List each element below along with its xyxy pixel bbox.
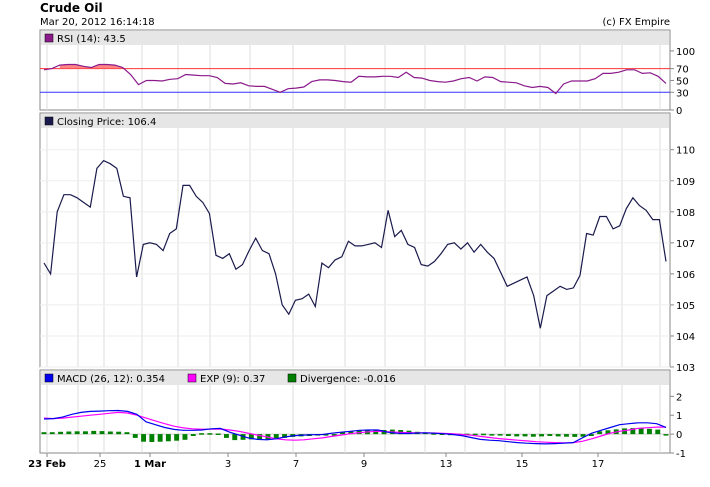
macd-legend-label: MACD (26, 12): 0.354 (57, 374, 165, 385)
macd-tick-label: 0 (676, 430, 682, 441)
divergence-bar (99, 431, 105, 435)
macd-tick-label: 1 (676, 411, 682, 422)
rsi-tick-label: 50 (676, 76, 689, 87)
divergence-bar (506, 434, 511, 436)
price-panel: Closing Price: 106.4 (39, 112, 671, 368)
divergence-bar (116, 431, 122, 435)
x-tick-label: 25 (94, 459, 107, 470)
price-tick-label: 105 (676, 301, 695, 312)
x-tick-label: 7 (293, 459, 299, 470)
divergence-bar (224, 434, 229, 438)
price-frame (39, 112, 671, 368)
divergence-bar (41, 432, 47, 435)
divergence-bar (91, 430, 97, 435)
rsi-tick-label: 0 (676, 106, 682, 117)
divergence-bar (165, 434, 171, 442)
price-legend-swatch (44, 116, 54, 126)
divergence-bar (207, 433, 213, 435)
macd-tick-label: -1 (676, 449, 686, 460)
macd-panel: MACD (26, 12): 0.354 EXP (9): 0.37 Diver… (39, 369, 671, 454)
divergence-bar (232, 434, 238, 441)
price-tick-label: 108 (676, 208, 695, 219)
divergence-bar (481, 433, 486, 436)
divergence-bar (66, 431, 72, 435)
divergence-bar (647, 428, 652, 435)
divergence-bar (132, 434, 138, 438)
rsi-legend-swatch (44, 33, 54, 43)
rsi-tick-label: 70 (676, 65, 689, 76)
rsi-legend-label: RSI (14): 43.5 (57, 34, 126, 45)
divergence-bar (215, 433, 221, 435)
macd-tick-label: 2 (676, 392, 682, 403)
price-tick-label: 110 (676, 146, 695, 157)
divergence-legend-swatch (287, 373, 297, 383)
rsi-panel: RSI (14): 43.5 (39, 29, 671, 111)
divergence-bar (199, 433, 204, 435)
divergence-bar (58, 431, 63, 435)
divergence-bar (157, 434, 163, 442)
price-tick-label: 106 (676, 270, 695, 281)
chart-title: Crude Oil (40, 1, 103, 15)
rsi-tick-label: 100 (676, 47, 695, 58)
divergence-bar (547, 434, 553, 436)
price-tick-label: 109 (676, 177, 695, 188)
chart-timestamp: Mar 20, 2012 16:14:18 (40, 17, 155, 28)
price-tick-label: 104 (676, 332, 695, 343)
divergence-bar (497, 434, 503, 436)
divergence-bar (74, 431, 80, 435)
divergence-bar (107, 431, 113, 435)
exp-legend-swatch (187, 373, 197, 383)
divergence-bar (83, 431, 88, 435)
divergence-bar (174, 434, 180, 441)
price-legend-label: Closing Price: 106.4 (57, 117, 156, 128)
x-tick-label: 13 (440, 459, 453, 470)
x-tick-label: 17 (592, 459, 605, 470)
exp-legend-label: EXP (9): 0.37 (200, 374, 265, 385)
divergence-bar (522, 434, 528, 437)
divergence-bar (663, 434, 669, 436)
chart-credit: (c) FX Empire (603, 17, 671, 28)
x-tick-label: 23 Feb (28, 459, 66, 470)
x-tick-label: 9 (361, 459, 367, 470)
divergence-bar (182, 434, 188, 440)
divergence-bar (555, 434, 561, 437)
divergence-bar (564, 434, 569, 437)
divergence-bar (489, 434, 495, 436)
rsi-legend-bar (41, 31, 669, 45)
divergence-bar (49, 432, 55, 435)
divergence-bar (530, 434, 536, 437)
divergence-bar (124, 432, 130, 435)
x-tick-label: 3 (225, 459, 231, 470)
divergence-bar (572, 434, 578, 437)
macd-legend-swatch (44, 373, 54, 383)
x-tick-label: 1 Mar (134, 459, 166, 470)
price-tick-label: 103 (676, 363, 695, 374)
rsi-tick-label: 30 (676, 88, 689, 99)
financial-chart: Crude Oil Mar 20, 2012 16:14:18 (c) FX E… (28, 1, 695, 470)
divergence-legend-label: Divergence: -0.016 (300, 374, 396, 385)
divergence-bar (539, 434, 544, 437)
divergence-bar (149, 434, 155, 442)
divergence-bar (655, 429, 661, 435)
price-tick-label: 107 (676, 239, 695, 250)
x-tick-label: 15 (516, 459, 529, 470)
divergence-bar (273, 434, 279, 439)
divergence-bar (190, 434, 196, 436)
divergence-bar (514, 434, 520, 437)
divergence-bar (141, 434, 146, 442)
